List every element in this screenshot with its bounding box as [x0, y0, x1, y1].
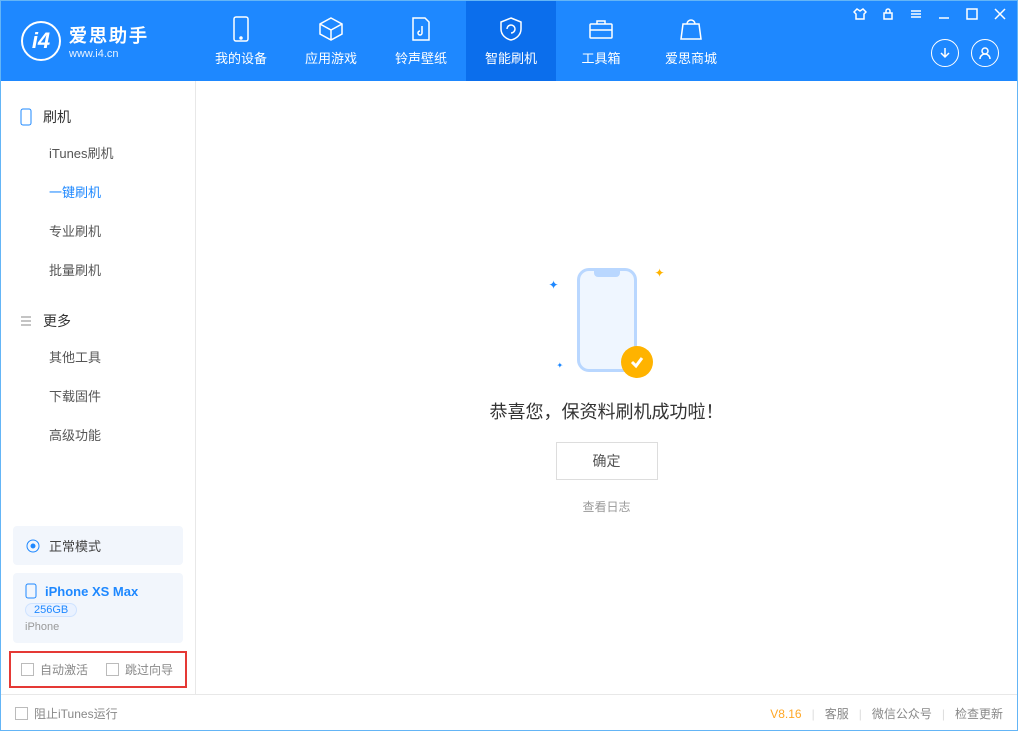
user-button[interactable] [971, 39, 999, 67]
titlebar-controls [853, 7, 1007, 21]
briefcase-icon [588, 16, 614, 42]
list-icon [19, 314, 33, 328]
tab-toolbox[interactable]: 工具箱 [556, 1, 646, 81]
tab-label: 应用游戏 [305, 48, 357, 67]
device-panel: 正常模式 iPhone XS Max 256GB iPhone 自动激活 跳过向… [1, 518, 195, 694]
checkbox-icon [21, 663, 34, 676]
checkbox-icon [106, 663, 119, 676]
phone-icon [228, 16, 254, 42]
success-illustration: ✦ ✦ ✦ [567, 260, 647, 380]
sidebar-item-itunes-flash[interactable]: iTunes刷机 [1, 133, 195, 172]
app-title: 爱思助手 [69, 22, 149, 48]
tab-apps-games[interactable]: 应用游戏 [286, 1, 376, 81]
header-actions [931, 39, 999, 67]
close-icon[interactable] [993, 7, 1007, 21]
mode-box[interactable]: 正常模式 [13, 526, 183, 565]
mode-label: 正常模式 [49, 536, 101, 555]
checkbox-icon [15, 707, 28, 720]
ok-button[interactable]: 确定 [556, 442, 658, 480]
sidebar-item-batch-flash[interactable]: 批量刷机 [1, 250, 195, 289]
minimize-icon[interactable] [937, 7, 951, 21]
tab-ringtone-wallpaper[interactable]: 铃声壁纸 [376, 1, 466, 81]
shirt-icon[interactable] [853, 7, 867, 21]
shield-refresh-icon [498, 16, 524, 42]
phone-small-icon [19, 108, 33, 126]
success-message: 恭喜您，保资料刷机成功啦！ [490, 398, 724, 424]
cube-icon [318, 16, 344, 42]
tab-label: 铃声壁纸 [395, 48, 447, 67]
device-type: iPhone [25, 621, 171, 633]
status-link-wechat[interactable]: 微信公众号 [872, 705, 932, 722]
sidebar: 刷机 iTunes刷机 一键刷机 专业刷机 批量刷机 更多 其他工具 下载固件 … [1, 81, 196, 694]
bag-icon [678, 16, 704, 42]
tab-my-device[interactable]: 我的设备 [196, 1, 286, 81]
download-button[interactable] [931, 39, 959, 67]
lock-icon[interactable] [881, 7, 895, 21]
app-subtitle: www.i4.cn [69, 48, 149, 60]
checkbox-auto-activate[interactable]: 自动激活 [21, 661, 88, 678]
status-link-update[interactable]: 检查更新 [955, 705, 1003, 722]
tab-label: 工具箱 [581, 48, 620, 67]
device-storage: 256GB [25, 603, 77, 617]
device-box[interactable]: iPhone XS Max 256GB iPhone [13, 573, 183, 643]
version-label: V8.16 [770, 707, 801, 721]
check-badge-icon [621, 346, 653, 378]
highlight-checkbox-row: 自动激活 跳过向导 [9, 651, 187, 688]
tab-smart-flash[interactable]: 智能刷机 [466, 1, 556, 81]
maximize-icon[interactable] [965, 7, 979, 21]
status-link-support[interactable]: 客服 [825, 705, 849, 722]
tab-label: 智能刷机 [485, 48, 537, 67]
tab-store[interactable]: 爱思商城 [646, 1, 736, 81]
header: i4 爱思助手 www.i4.cn 我的设备 应用游戏 铃声壁纸 智能刷机 工具… [1, 1, 1017, 81]
tab-label: 爱思商城 [665, 48, 717, 67]
sidebar-item-download-firmware[interactable]: 下载固件 [1, 376, 195, 415]
checkbox-skip-guide[interactable]: 跳过向导 [106, 661, 173, 678]
logo-icon: i4 [21, 21, 61, 61]
main-tabs: 我的设备 应用游戏 铃声壁纸 智能刷机 工具箱 爱思商城 [196, 1, 736, 81]
view-log-link[interactable]: 查看日志 [582, 498, 630, 515]
tab-label: 我的设备 [215, 48, 267, 67]
mode-icon [25, 538, 41, 554]
logo-area[interactable]: i4 爱思助手 www.i4.cn [1, 21, 196, 61]
statusbar: 阻止iTunes运行 V8.16 | 客服 | 微信公众号 | 检查更新 [1, 694, 1017, 732]
main-content: ✦ ✦ ✦ 恭喜您，保资料刷机成功啦！ 确定 查看日志 [196, 81, 1017, 694]
sidebar-section-flash[interactable]: 刷机 [1, 101, 195, 133]
sidebar-item-other-tools[interactable]: 其他工具 [1, 337, 195, 376]
sidebar-item-onekey-flash[interactable]: 一键刷机 [1, 172, 195, 211]
music-file-icon [408, 16, 434, 42]
device-name: iPhone XS Max [45, 584, 138, 599]
sidebar-item-pro-flash[interactable]: 专业刷机 [1, 211, 195, 250]
sidebar-item-advanced[interactable]: 高级功能 [1, 415, 195, 454]
block-itunes-checkbox[interactable]: 阻止iTunes运行 [15, 705, 118, 722]
sidebar-section-more[interactable]: 更多 [1, 305, 195, 337]
device-phone-icon [25, 583, 37, 599]
menu-icon[interactable] [909, 7, 923, 21]
